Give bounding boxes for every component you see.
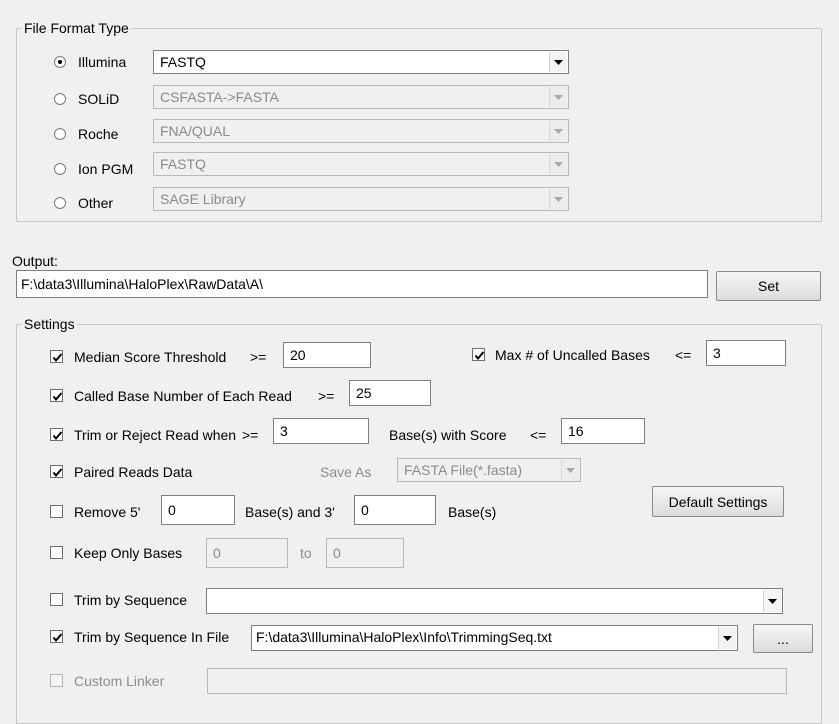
chevron-down-icon[interactable] <box>549 154 567 174</box>
custom-linker-checkbox[interactable] <box>50 674 63 687</box>
chevron-down-icon[interactable] <box>561 460 579 480</box>
keep-from-value: 0 <box>213 545 221 561</box>
label-solid: SOLiD <box>78 91 120 107</box>
output-path-value: F:\data3\Illumina\HaloPlex\RawData\A\ <box>21 276 263 292</box>
label-ion-pgm: Ion PGM <box>78 161 134 177</box>
trim-seq-select[interactable] <box>206 588 783 614</box>
median-score-label: Median Score Threshold <box>74 349 227 365</box>
trim-seq-checkbox[interactable] <box>50 593 63 606</box>
median-score-op: >= <box>250 349 267 365</box>
trim-reject-op: >= <box>242 427 259 443</box>
radio-ion-pgm[interactable] <box>54 163 66 175</box>
checkmark-icon <box>52 633 63 643</box>
default-settings-button[interactable]: Default Settings <box>652 486 784 517</box>
set-button[interactable]: Set <box>716 271 821 301</box>
max-uncalled-label: Max # of Uncalled Bases <box>495 347 650 363</box>
format-value-ion-pgm: FASTQ <box>160 156 206 172</box>
trim-reject-checkbox[interactable] <box>50 428 63 441</box>
remove-end-label: Base(s) <box>448 504 497 520</box>
remove-mid-label: Base(s) and 3' <box>245 504 335 520</box>
label-other: Other <box>78 195 114 211</box>
score-value: 16 <box>568 423 584 439</box>
keep-to-label: to <box>300 545 312 561</box>
keep-to-value: 0 <box>333 545 341 561</box>
format-select-ion-pgm[interactable]: FASTQ <box>153 152 569 176</box>
format-value-other: SAGE Library <box>160 191 246 207</box>
trim-reject-label: Trim or Reject Read when <box>74 427 237 443</box>
remove-3-input[interactable]: 0 <box>354 495 436 525</box>
chevron-down-icon[interactable] <box>763 590 781 612</box>
settings-title: Settings <box>22 316 77 332</box>
custom-linker-label: Custom Linker <box>74 673 165 689</box>
called-base-checkbox[interactable] <box>50 389 63 402</box>
output-path-input[interactable]: F:\data3\Illumina\HaloPlex\RawData\A\ <box>16 270 708 298</box>
remove-3-value: 0 <box>361 502 369 518</box>
radio-solid[interactable] <box>54 93 66 105</box>
trim-seq-label: Trim by Sequence <box>74 592 188 608</box>
keep-only-checkbox[interactable] <box>50 546 63 559</box>
checkmark-icon <box>52 353 63 363</box>
score-op: <= <box>530 427 547 443</box>
format-value-solid: CSFASTA->FASTA <box>160 89 279 105</box>
chevron-down-icon[interactable] <box>549 52 567 72</box>
save-as-value: FASTA File(*.fasta) <box>404 462 522 478</box>
trim-seq-file-checkbox[interactable] <box>50 630 63 643</box>
trim-reject-value: 3 <box>280 423 288 439</box>
remove-label: Remove 5' <box>74 504 141 520</box>
median-score-value: 20 <box>290 347 306 363</box>
checkmark-icon <box>52 392 63 402</box>
trim-seq-file-value: F:\data3\Illumina\HaloPlex\Info\Trimming… <box>256 629 552 645</box>
format-value-roche: FNA/QUAL <box>160 123 231 139</box>
chevron-down-icon[interactable] <box>549 121 567 141</box>
browse-button[interactable]: ... <box>753 624 813 653</box>
remove-checkbox[interactable] <box>50 505 63 518</box>
checkmark-icon <box>474 351 485 361</box>
called-base-label: Called Base Number of Each Read <box>74 388 292 404</box>
label-illumina: Illumina <box>78 54 127 70</box>
custom-linker-input[interactable] <box>207 668 787 694</box>
keep-to-input[interactable]: 0 <box>326 538 404 568</box>
paired-reads-checkbox[interactable] <box>50 465 63 478</box>
set-button-label: Set <box>757 278 779 294</box>
radio-illumina[interactable] <box>54 56 66 68</box>
called-base-op: >= <box>318 388 335 404</box>
max-uncalled-input[interactable]: 3 <box>706 340 786 366</box>
max-uncalled-op: <= <box>675 347 692 363</box>
chevron-down-icon[interactable] <box>718 627 736 649</box>
score-label: Base(s) with Score <box>389 427 507 443</box>
default-settings-label: Default Settings <box>668 493 768 510</box>
format-select-illumina[interactable]: FASTQ <box>153 50 569 74</box>
trim-seq-file-label: Trim by Sequence In File <box>74 629 230 645</box>
radio-roche[interactable] <box>54 128 66 140</box>
paired-reads-label: Paired Reads Data <box>74 464 193 480</box>
max-uncalled-value: 3 <box>713 345 721 361</box>
keep-from-input[interactable]: 0 <box>206 538 288 568</box>
format-select-solid[interactable]: CSFASTA->FASTA <box>153 85 569 109</box>
file-format-title: File Format Type <box>22 20 131 36</box>
checkmark-icon <box>52 431 63 441</box>
save-as-label: Save As <box>320 464 372 480</box>
format-value-illumina: FASTQ <box>160 54 206 70</box>
save-as-select[interactable]: FASTA File(*.fasta) <box>397 458 581 482</box>
format-select-roche[interactable]: FNA/QUAL <box>153 119 569 143</box>
output-label: Output: <box>12 253 58 269</box>
score-input[interactable]: 16 <box>561 418 645 444</box>
chevron-down-icon[interactable] <box>549 87 567 107</box>
radio-other[interactable] <box>54 197 66 209</box>
remove-5-value: 0 <box>168 502 176 518</box>
trim-reject-input[interactable]: 3 <box>273 418 369 444</box>
keep-only-label: Keep Only Bases <box>74 545 183 561</box>
median-score-input[interactable]: 20 <box>283 342 371 368</box>
called-base-input[interactable]: 25 <box>349 380 431 406</box>
called-base-value: 25 <box>356 385 372 401</box>
label-roche: Roche <box>78 126 119 142</box>
browse-button-label: ... <box>777 630 789 647</box>
max-uncalled-checkbox[interactable] <box>472 348 485 361</box>
median-score-checkbox[interactable] <box>50 350 63 363</box>
checkmark-icon <box>52 468 63 478</box>
remove-5-input[interactable]: 0 <box>161 495 235 525</box>
chevron-down-icon[interactable] <box>549 189 567 209</box>
trim-seq-file-select[interactable]: F:\data3\Illumina\HaloPlex\Info\Trimming… <box>251 625 738 651</box>
format-select-other[interactable]: SAGE Library <box>153 187 569 211</box>
